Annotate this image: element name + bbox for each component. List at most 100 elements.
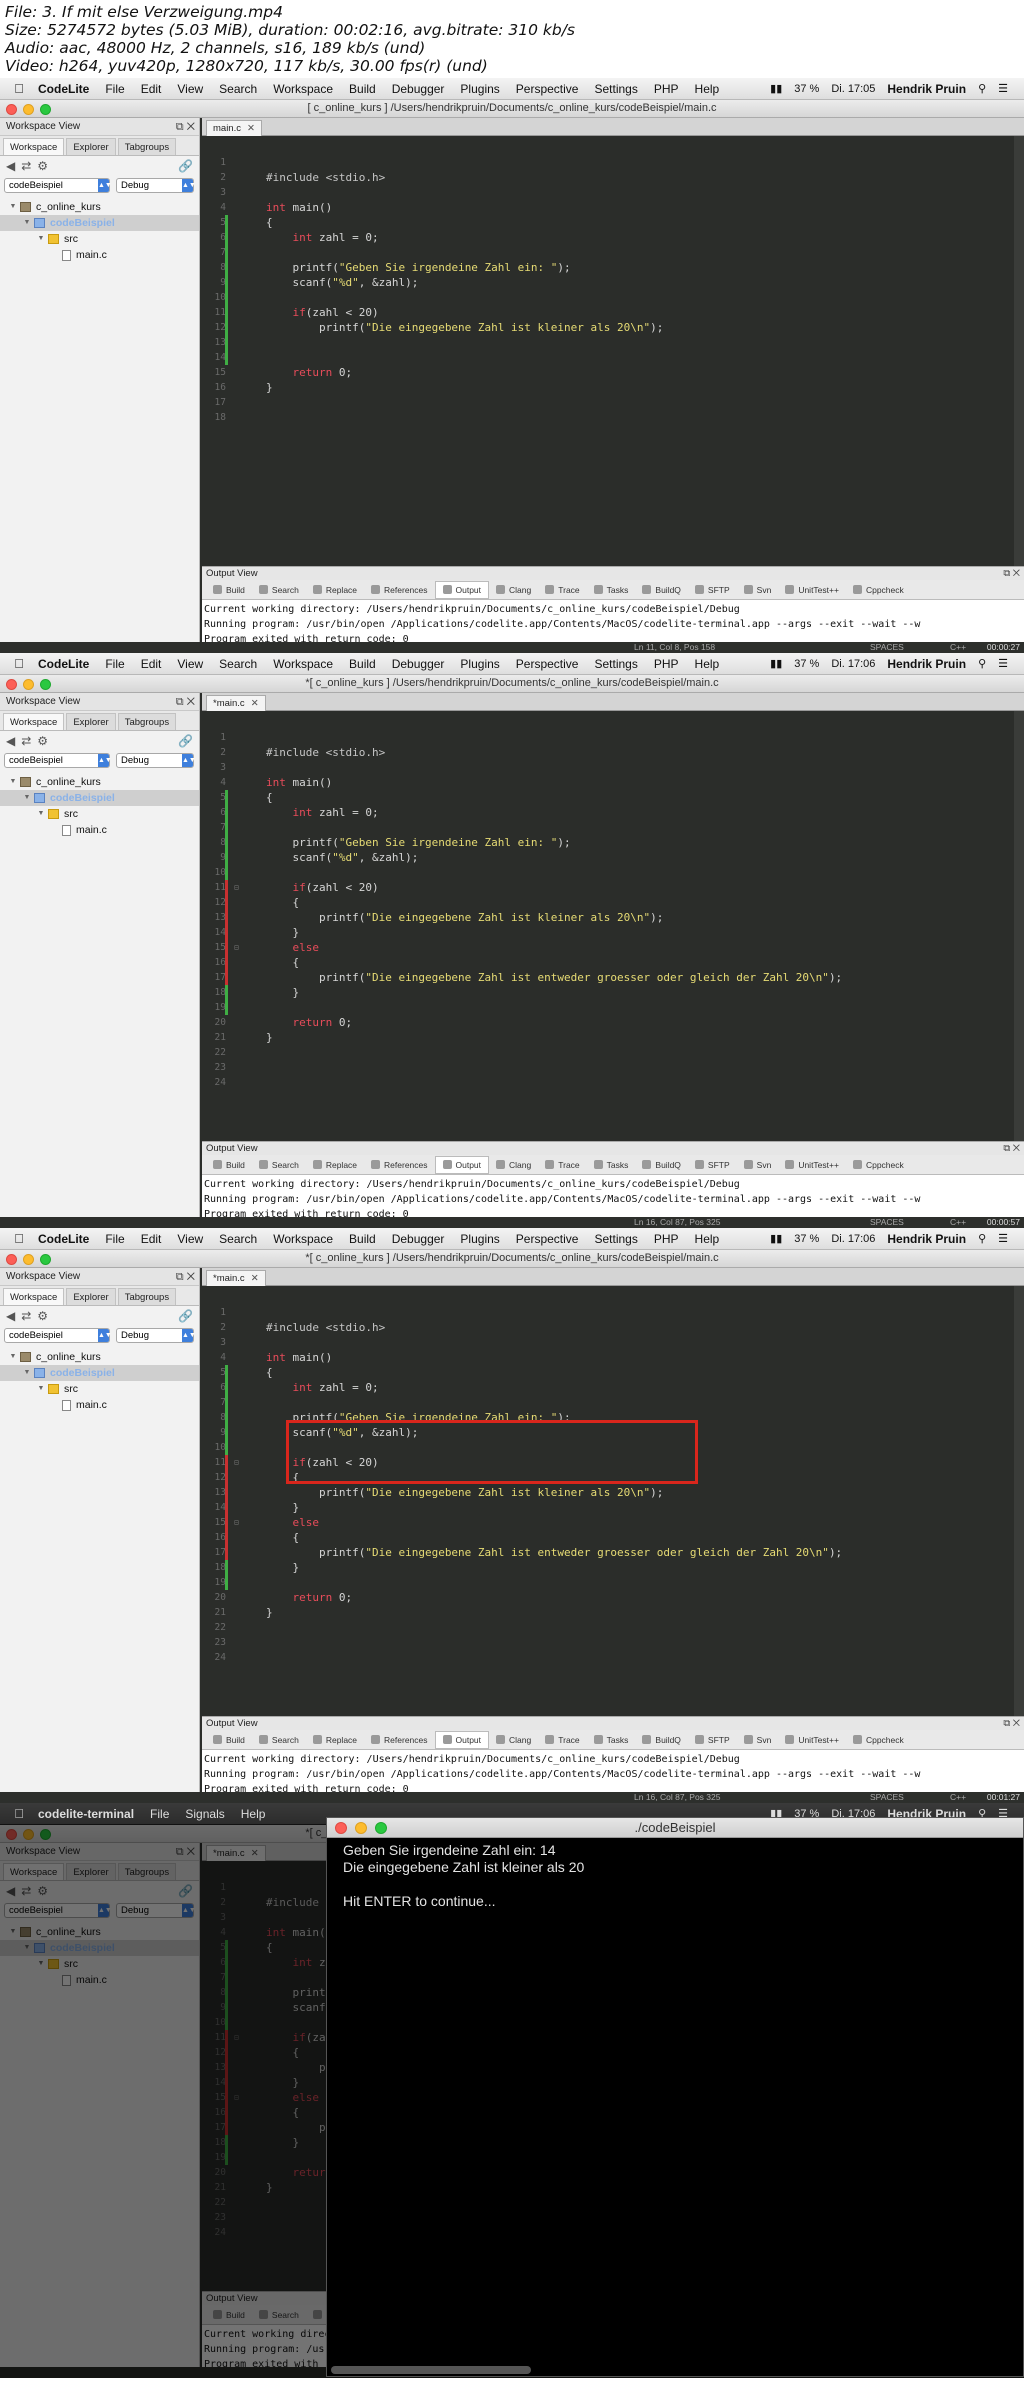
- pane-controls[interactable]: ⧉ ✕: [1003, 567, 1020, 581]
- code-editor[interactable]: 1 #include <stdio.h> 2 3 int main() 4 { …: [202, 1286, 1014, 1716]
- pane-controls[interactable]: ⧉ ✕: [176, 693, 195, 711]
- code-line[interactable]: 10 if(zahl < 20): [202, 275, 1002, 319]
- tree-item-folder[interactable]: ▼src: [0, 806, 199, 822]
- tree-item-file[interactable]: main.c: [0, 1397, 199, 1413]
- project-select[interactable]: codeBeispiel▲▼: [4, 1328, 112, 1343]
- code-line[interactable]: 14 return 0;: [202, 335, 1002, 379]
- indent-mode[interactable]: SPACES: [870, 1792, 904, 1803]
- link-editor-icon[interactable]: 🔗: [178, 159, 193, 173]
- code-line[interactable]: 5 int zahl = 0;: [202, 200, 1002, 244]
- user-name[interactable]: Hendrik Pruin: [881, 657, 972, 671]
- app-menu[interactable]: CodeLite: [30, 1232, 97, 1246]
- terminal-window[interactable]: ./codeBeispiel Geben Sie irgendeine Zahl…: [326, 1817, 1024, 2377]
- code-line[interactable]: 8 scanf("%d", &zahl);: [202, 820, 1002, 864]
- code-line[interactable]: 14 else: [202, 910, 1002, 954]
- code-line[interactable]: 3 int main(): [202, 1320, 1002, 1364]
- menu-item[interactable]: Build: [341, 82, 384, 96]
- output-tab[interactable]: BuildQ: [635, 1160, 688, 1170]
- search-icon[interactable]: ⚲: [972, 82, 992, 95]
- user-name[interactable]: Hendrik Pruin: [881, 82, 972, 96]
- menu-item[interactable]: Workspace: [265, 82, 341, 96]
- menu-item[interactable]: Plugins: [452, 1232, 507, 1246]
- code-line[interactable]: 17 }: [202, 955, 1002, 999]
- list-icon[interactable]: ☰: [992, 1232, 1014, 1245]
- output-tab[interactable]: Build: [206, 1160, 252, 1170]
- code-line[interactable]: 18: [202, 970, 1002, 1000]
- code-line[interactable]: 8 scanf("%d", &zahl);: [202, 1395, 1002, 1439]
- expand-icon[interactable]: ▼: [22, 1365, 32, 1381]
- code-line[interactable]: 13: [202, 320, 1002, 350]
- tab-workspace[interactable]: Workspace: [3, 713, 65, 730]
- zoom-icon[interactable]: [40, 679, 51, 690]
- tab-tabgroups[interactable]: Tabgroups: [117, 138, 177, 155]
- battery-icon[interactable]: ▮▮: [764, 657, 788, 670]
- code-line[interactable]: 5 int zahl = 0;: [202, 775, 1002, 819]
- output-tab[interactable]: Search: [252, 585, 306, 595]
- code-line[interactable]: 19 return 0;: [202, 1560, 1002, 1604]
- output-tab[interactable]: Replace: [306, 1160, 364, 1170]
- expand-icon[interactable]: ▼: [8, 199, 18, 215]
- window-controls[interactable]: [6, 104, 51, 115]
- output-tab[interactable]: Svn: [737, 585, 779, 595]
- expand-icon[interactable]: ▼: [8, 774, 18, 790]
- output-tab[interactable]: Search: [252, 1735, 306, 1745]
- output-tab[interactable]: UnitTest++: [778, 1735, 846, 1745]
- minimize-icon[interactable]: [23, 679, 34, 690]
- zoom-icon[interactable]: [40, 1254, 51, 1265]
- output-tab[interactable]: BuildQ: [635, 1735, 688, 1745]
- menu-item[interactable]: Build: [341, 657, 384, 671]
- expand-icon[interactable]: ▼: [36, 231, 46, 247]
- output-tab[interactable]: Trace: [538, 585, 586, 595]
- output-tab[interactable]: Tasks: [587, 585, 636, 595]
- collapse-icon[interactable]: ◀: [6, 159, 15, 173]
- code-line[interactable]: 6: [202, 790, 1002, 820]
- code-line[interactable]: 7 printf("Geben Sie irgendeine Zahl ein:…: [202, 1380, 1002, 1424]
- collapse-icon[interactable]: ◀: [6, 734, 15, 748]
- settings-icon[interactable]: ⚙: [37, 159, 48, 173]
- menu-item[interactable]: File: [97, 1232, 132, 1246]
- code-line[interactable]: 24: [202, 1635, 1002, 1663]
- list-icon[interactable]: ☰: [992, 657, 1014, 670]
- output-tab[interactable]: UnitTest++: [778, 585, 846, 595]
- code-line[interactable]: 15⊟ {: [202, 1500, 1002, 1544]
- zoom-icon[interactable]: [40, 104, 51, 115]
- indent-mode[interactable]: SPACES: [870, 642, 904, 653]
- output-tab[interactable]: Trace: [538, 1735, 586, 1745]
- output-tab[interactable]: Tasks: [587, 1160, 636, 1170]
- expand-icon[interactable]: ▼: [22, 790, 32, 806]
- menu-item[interactable]: PHP: [646, 82, 687, 96]
- code-line[interactable]: 11 printf("Die eingegebene Zahl ist klei…: [202, 290, 1002, 334]
- code-line[interactable]: 12 printf("Die eingegebene Zahl ist klei…: [202, 880, 1002, 924]
- expand-icon[interactable]: ▼: [22, 215, 32, 231]
- code-line[interactable]: 3 int main(): [202, 745, 1002, 789]
- close-icon[interactable]: [6, 1254, 17, 1265]
- output-tab[interactable]: Cppcheck: [846, 1735, 911, 1745]
- code-line[interactable]: 18: [202, 1545, 1002, 1575]
- close-icon[interactable]: [6, 104, 17, 115]
- menu-item[interactable]: Debugger: [384, 82, 453, 96]
- list-icon[interactable]: ☰: [992, 82, 1014, 95]
- expand-icon[interactable]: ▼: [36, 806, 46, 822]
- output-tab[interactable]: Build: [206, 585, 252, 595]
- apple-icon[interactable]: : [8, 1231, 30, 1246]
- editor-tab[interactable]: *main.c✕: [206, 1270, 266, 1286]
- code-line[interactable]: 4 {: [202, 760, 1002, 804]
- menu-item[interactable]: Help: [233, 1807, 274, 1821]
- code-line[interactable]: 17 }: [202, 1530, 1002, 1574]
- link-editor-icon[interactable]: 🔗: [178, 734, 193, 748]
- code-line[interactable]: 23: [202, 1620, 1002, 1648]
- code-line[interactable]: 15⊟ {: [202, 925, 1002, 969]
- config-select[interactable]: Debug▲▼: [116, 1328, 196, 1343]
- link-editor-icon[interactable]: 🔗: [178, 1309, 193, 1323]
- clock[interactable]: Di. 17:05: [825, 83, 881, 95]
- search-icon[interactable]: ⚲: [972, 1232, 992, 1245]
- code-editor[interactable]: 1 #include <stdio.h> 2 3 int main() 4 { …: [202, 711, 1014, 1141]
- menu-item[interactable]: Perspective: [508, 82, 587, 96]
- editor-scrollbar[interactable]: [1014, 1286, 1024, 1716]
- code-line[interactable]: 1 #include <stdio.h>: [202, 1290, 1002, 1334]
- output-tab[interactable]: References: [364, 1160, 434, 1170]
- close-icon[interactable]: ✕: [251, 1273, 259, 1284]
- menu-item[interactable]: View: [169, 1232, 211, 1246]
- editor-scrollbar[interactable]: [1014, 136, 1024, 566]
- battery-icon[interactable]: ▮▮: [764, 1232, 788, 1245]
